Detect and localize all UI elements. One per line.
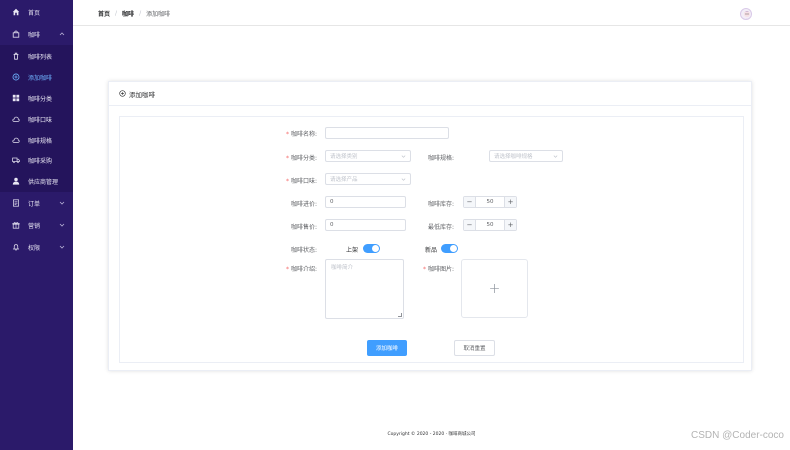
watermark: CSDN @Coder-coco: [691, 430, 784, 441]
cloud-icon: [12, 115, 20, 123]
avatar[interactable]: [740, 8, 752, 20]
sidebar-item-flavor[interactable]: 咖啡口味: [0, 110, 73, 128]
cloud-icon: [12, 136, 20, 144]
image-label: * 咖啡图片:: [422, 266, 454, 273]
sidebar-item-label: 供应商管理: [28, 178, 59, 186]
sidebar-item-permission[interactable]: 权限: [0, 238, 73, 256]
sidebar-item-label: 咖啡采购: [28, 157, 53, 165]
submit-button[interactable]: 添加咖啡: [367, 340, 407, 356]
chevron-down-icon: [59, 223, 65, 227]
min-stock-stepper[interactable]: − 50 +: [463, 219, 517, 231]
breadcrumb: 首页 / 咖啡 / 添加咖啡: [98, 9, 170, 18]
truck-icon: [12, 156, 20, 164]
stock-increment-button[interactable]: +: [504, 197, 516, 207]
sidebar-item-label: 咖啡规格: [28, 137, 53, 145]
sidebar-item-add-coffee[interactable]: 添加咖啡: [0, 68, 73, 86]
grid-icon: [12, 94, 20, 102]
spec-select[interactable]: 请选择咖啡规格: [489, 150, 563, 162]
min-stock-label: 最低库存:: [427, 224, 454, 231]
plus-circle-icon: [12, 73, 20, 81]
sidebar-item-category[interactable]: 咖啡分类: [0, 89, 73, 107]
breadcrumb-current: 添加咖啡: [146, 11, 171, 18]
stock-decrement-button[interactable]: −: [464, 197, 476, 207]
breadcrumb-separator: /: [139, 10, 142, 17]
min-stock-value[interactable]: 50: [476, 222, 504, 228]
name-label: * 咖啡名称:: [285, 131, 317, 138]
new-product-label: 新品: [425, 247, 438, 254]
present-icon: [12, 221, 20, 229]
add-coffee-card: 添加咖啡 * 咖啡名称: * 咖啡分类: 请选择类别 咖啡规格: 请选择咖啡规格 *…: [108, 81, 752, 371]
breadcrumb-coffee[interactable]: 咖啡: [122, 9, 134, 18]
sidebar-item-label: 权限: [28, 244, 41, 252]
plus-icon: +: [488, 280, 501, 297]
image-upload[interactable]: +: [461, 259, 528, 318]
stock-value[interactable]: 50: [476, 199, 504, 205]
stock-label: 咖啡库存:: [427, 201, 454, 208]
chevron-down-icon: [59, 245, 65, 249]
status-label: 咖啡状态:: [290, 247, 317, 254]
home-icon: [12, 8, 20, 16]
on-shelf-label: 上架: [346, 247, 359, 254]
bag-icon: [12, 30, 20, 38]
breadcrumb-separator: /: [115, 10, 118, 17]
sidebar-item-label: 订单: [28, 200, 41, 208]
sidebar-item-marketing[interactable]: 营销: [0, 216, 73, 234]
sidebar-item-home[interactable]: 首页: [0, 3, 73, 21]
sidebar-item-label: 营销: [28, 222, 41, 230]
resize-handle[interactable]: [398, 313, 402, 317]
on-shelf-switch[interactable]: [363, 244, 380, 253]
sidebar-item-supplier[interactable]: 供应商管理: [0, 172, 73, 190]
card-header: 添加咖啡: [109, 82, 751, 106]
flavor-select[interactable]: 请选择产品: [325, 173, 411, 185]
min-stock-decrement-button[interactable]: −: [464, 220, 476, 230]
footer-copyright: Copyright © 2020 - 2020 · 咖啡商城公司: [387, 432, 476, 437]
sidebar-item-label: 首页: [28, 9, 41, 17]
sidebar-item-label: 添加咖啡: [28, 74, 53, 82]
chevron-down-icon: [553, 155, 558, 158]
sidebar-item-purchase[interactable]: 咖啡采购: [0, 151, 73, 169]
chevron-down-icon: [59, 201, 65, 205]
sidebar: 首页 咖啡 咖啡列表 添加咖啡 咖啡分类 咖啡口味 咖啡规格 咖啡采购 供应商管…: [0, 0, 73, 450]
category-label: * 咖啡分类:: [285, 155, 317, 162]
user-icon: [12, 177, 20, 185]
new-product-switch[interactable]: [441, 244, 458, 253]
sidebar-item-label: 咖啡列表: [28, 53, 53, 61]
trash-icon: [12, 52, 20, 60]
plus-circle-icon: [119, 90, 126, 97]
sidebar-item-label: 咖啡: [28, 31, 41, 39]
sidebar-item-coffee-list[interactable]: 咖啡列表: [0, 47, 73, 65]
price-label: 咖啡售价:: [290, 224, 317, 231]
flavor-label: * 咖啡口味:: [285, 178, 317, 185]
name-input[interactable]: [325, 127, 449, 139]
cost-label: 咖啡进价:: [290, 201, 317, 208]
intro-label: * 咖啡介绍:: [285, 266, 317, 273]
min-stock-increment-button[interactable]: +: [504, 220, 516, 230]
reset-button[interactable]: 取消重置: [454, 340, 495, 356]
chevron-up-icon: [59, 32, 65, 36]
sidebar-item-label: 咖啡口味: [28, 116, 53, 124]
sidebar-item-coffee[interactable]: 咖啡: [0, 25, 73, 43]
sidebar-item-order[interactable]: 订单: [0, 194, 73, 212]
card-title: 添加咖啡: [129, 90, 155, 99]
top-header: 首页 / 咖啡 / 添加咖啡: [73, 0, 790, 26]
document-icon: [12, 199, 20, 207]
bell-icon: [12, 243, 20, 251]
stock-stepper[interactable]: − 50 +: [463, 196, 517, 208]
breadcrumb-home[interactable]: 首页: [98, 9, 110, 18]
avatar-icon: [744, 11, 750, 19]
chevron-down-icon: [401, 178, 406, 181]
sidebar-item-spec[interactable]: 咖啡规格: [0, 131, 73, 149]
spec-label: 咖啡规格:: [427, 155, 454, 162]
sidebar-item-label: 咖啡分类: [28, 95, 53, 103]
